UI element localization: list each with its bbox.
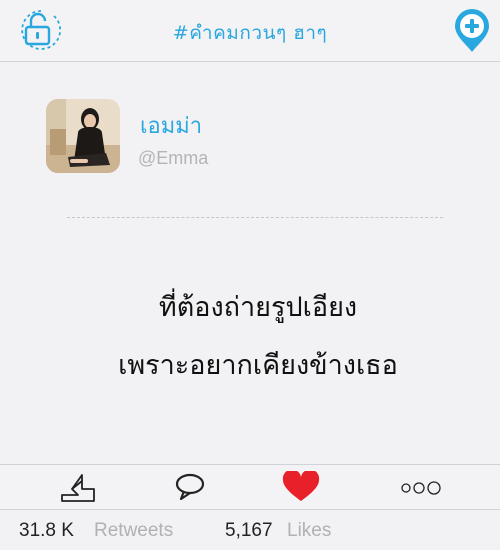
divider	[67, 217, 443, 218]
user-handle[interactable]: @Emma	[138, 148, 208, 169]
page-title: #คำคมกวนๆ ฮาๆ	[172, 22, 328, 44]
post-text-line-2: เพราะอยากเคียงข้างเธอ	[118, 350, 398, 381]
action-bar	[0, 464, 500, 510]
retweets-label[interactable]: Retweets	[94, 520, 173, 542]
avatar[interactable]	[46, 99, 120, 173]
share-icon[interactable]	[58, 471, 98, 503]
display-name[interactable]: เอมม่า	[140, 108, 202, 143]
heart-icon[interactable]	[281, 471, 321, 503]
likes-label[interactable]: Likes	[287, 520, 331, 542]
post-stats: 31.8 K Retweets 5,167 Likes	[0, 512, 500, 550]
more-icon[interactable]	[398, 471, 444, 503]
post-text-line-1: ที่ต้องถ่ายรูปเอียง	[158, 292, 358, 323]
likes-count[interactable]: 5,167	[225, 520, 273, 542]
comment-icon[interactable]	[170, 471, 210, 503]
add-location-icon[interactable]	[452, 6, 492, 54]
top-bar: #คำคมกวนๆ ฮาๆ	[0, 0, 500, 62]
retweets-count[interactable]: 31.8 K	[19, 520, 74, 542]
